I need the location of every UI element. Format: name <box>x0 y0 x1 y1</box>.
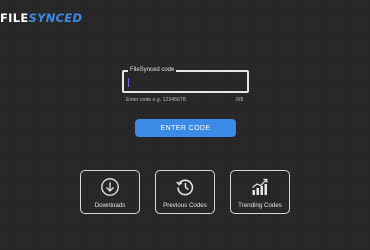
trending-chart-icon <box>252 178 268 195</box>
code-input[interactable] <box>127 75 245 88</box>
downloads-label: Downloads <box>94 202 126 209</box>
app-logo: FILE SYNCED <box>0 10 82 26</box>
previous-codes-button[interactable]: Previous Codes <box>155 170 215 214</box>
logo-text-synced: SYNCED <box>28 11 83 25</box>
history-icon <box>176 179 194 196</box>
code-field[interactable]: FileSynced code <box>122 66 249 93</box>
code-helper-text: Enter code e.g. 12345678 <box>126 97 186 103</box>
trending-codes-label: Trending Codes <box>238 202 282 209</box>
previous-codes-label: Previous Codes <box>163 202 207 209</box>
downloads-button[interactable]: Downloads <box>80 170 140 214</box>
logo-text-file: FILE <box>0 11 29 25</box>
char-counter: 0/8 <box>236 97 244 103</box>
download-circle-icon <box>101 178 119 196</box>
code-field-label: FileSynced code <box>128 66 177 75</box>
enter-code-button[interactable]: ENTER CODE <box>135 119 236 137</box>
trending-codes-button[interactable]: Trending Codes <box>230 170 290 214</box>
